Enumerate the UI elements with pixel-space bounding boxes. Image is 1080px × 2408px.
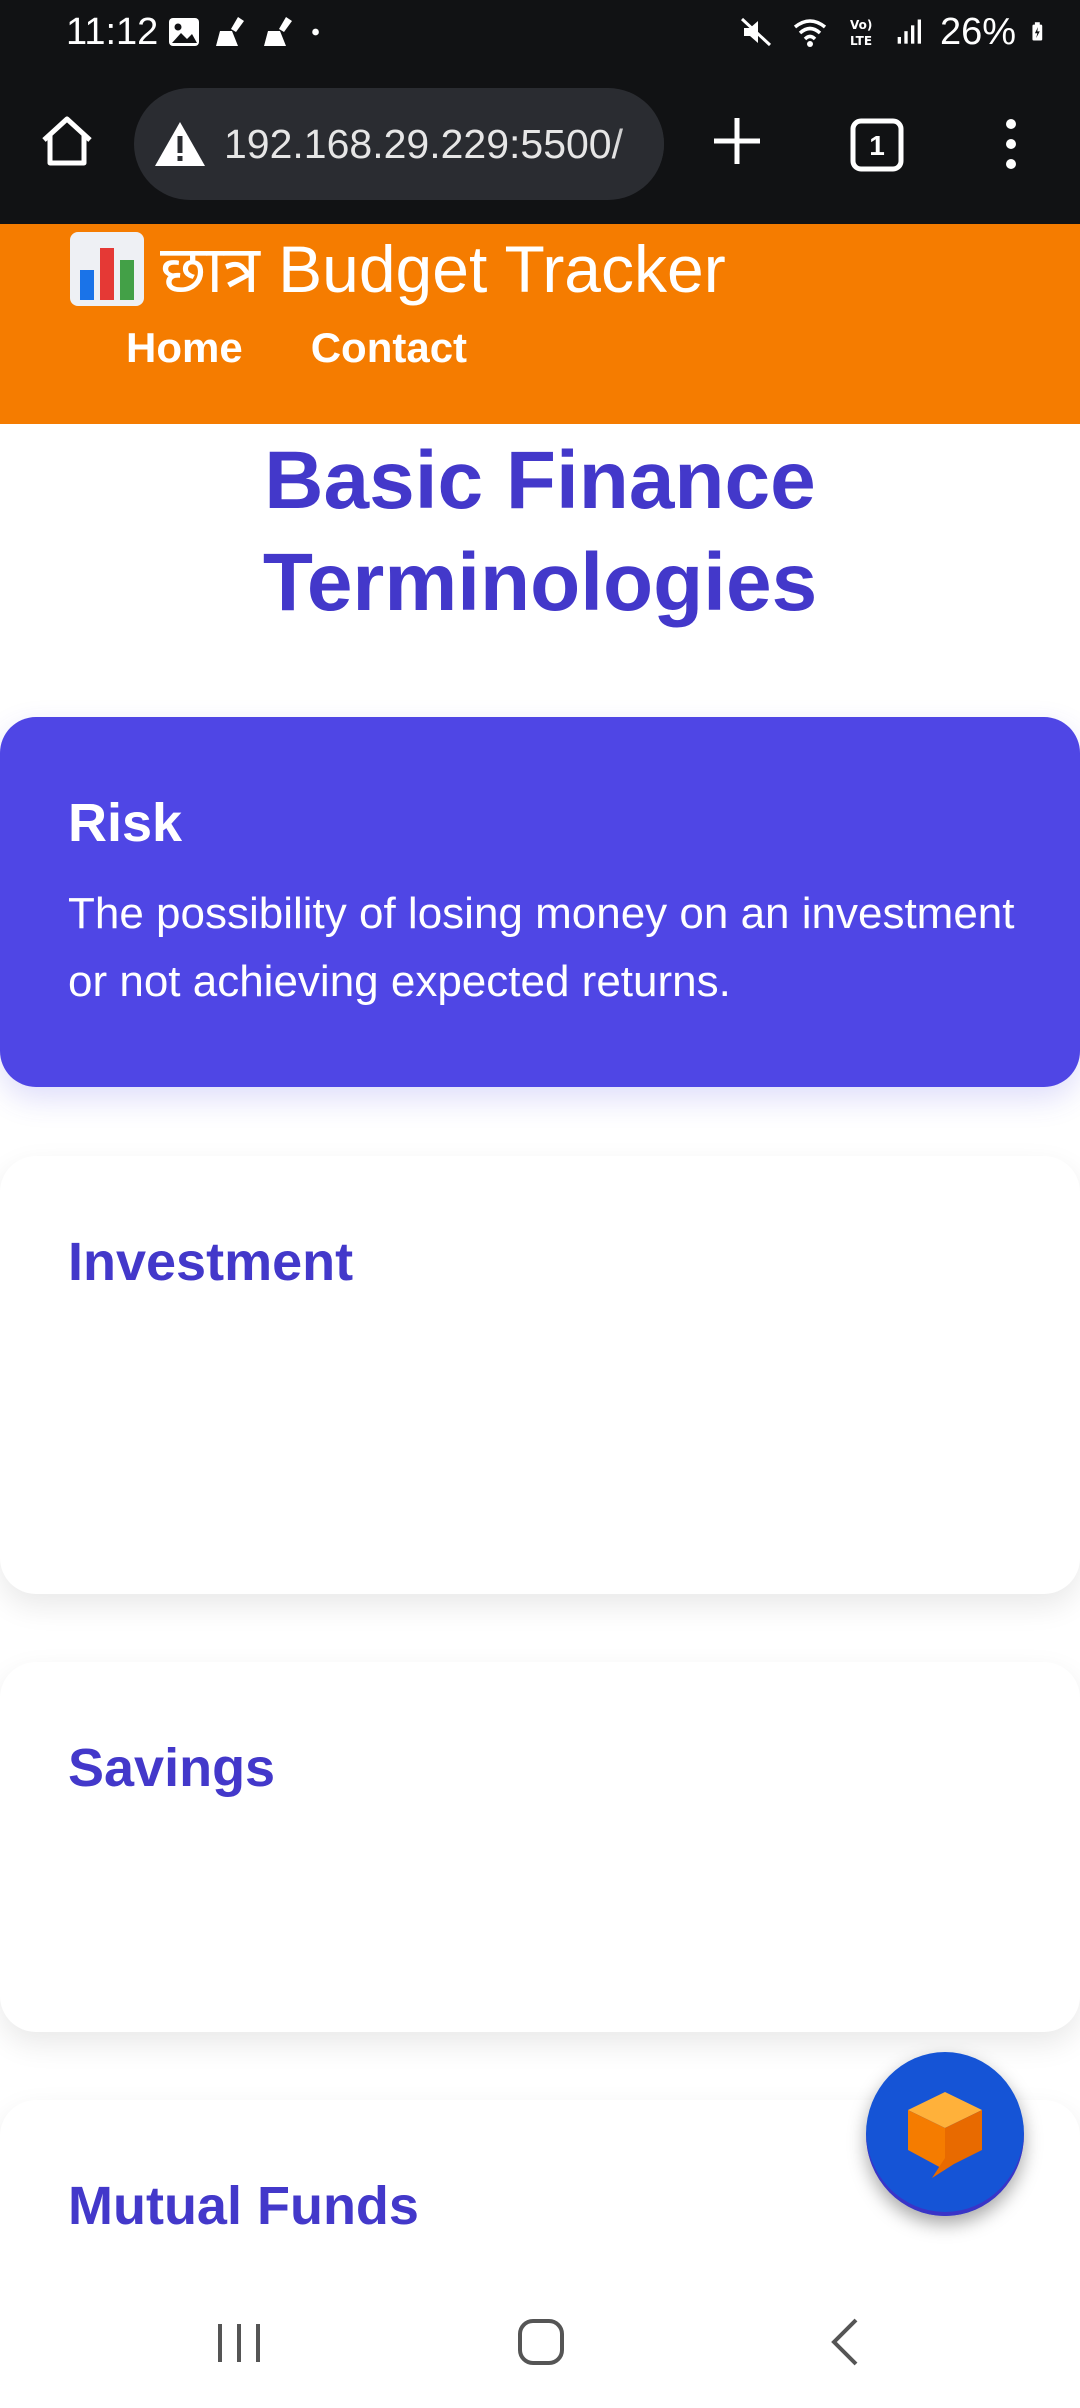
android-nav-bar (0, 2270, 1080, 2408)
recents-button[interactable] (214, 2320, 264, 2366)
main-nav: Home Contact (126, 320, 467, 376)
volte-icon: Vo) LTE (850, 18, 872, 48)
svg-text:Vo): Vo) (850, 18, 872, 32)
warning-icon[interactable] (152, 116, 208, 172)
plus-icon (714, 118, 760, 164)
term-card-mutual-funds-title: Mutual Funds (68, 2176, 419, 2236)
term-card-investment[interactable] (0, 1156, 1080, 1594)
url-fade (614, 88, 664, 200)
broom-icon (216, 17, 244, 46)
tab-count: 1 (869, 130, 885, 161)
mute-icon (740, 17, 771, 47)
status-system-icons: Vo) LTE 26% (738, 10, 1052, 54)
browser-home-button[interactable] (36, 110, 98, 172)
more-vert-icon (1006, 119, 1016, 169)
home-icon (42, 116, 92, 166)
status-time: 11:12 (66, 11, 159, 53)
status-notification-icons (166, 14, 330, 50)
chat-fab-button[interactable] (866, 2052, 1024, 2216)
term-card-risk-description: The possibility of losing money on an in… (68, 889, 1015, 1006)
page-title-line-2: Terminologies (262, 537, 818, 628)
bar-chart-icon (70, 232, 144, 306)
url-text[interactable]: 192.168.29.229:5500/ (224, 118, 623, 170)
page-title-line-1: Basic Finance (264, 435, 816, 526)
brand[interactable]: छात्र Budget Tracker (68, 228, 726, 310)
home-outline-icon (518, 2319, 564, 2365)
broom-icon (264, 17, 292, 46)
svg-text:LTE: LTE (850, 34, 872, 48)
term-card-risk-title: Risk (68, 793, 183, 853)
browser-toolbar: 192.168.29.229:5500/ 1 (0, 66, 1080, 226)
browser-menu-button[interactable] (996, 114, 1026, 174)
term-card-savings-title: Savings (68, 1738, 276, 1798)
term-card-investment-title: Investment (68, 1232, 354, 1292)
tab-switcher-button[interactable]: 1 (850, 118, 904, 172)
term-card-savings[interactable] (0, 1662, 1080, 2032)
battery-charging-icon (1032, 22, 1043, 41)
brand-title: छात्र Budget Tracker (160, 232, 726, 306)
screen: 11:12 Vo) LTE 26% 192.168.29.229:5500/ 1… (0, 0, 1080, 2408)
nav-home-link[interactable]: Home (126, 320, 243, 376)
page-title: Basic Finance Terminologies (0, 424, 1080, 634)
site-header: छात्र Budget Tracker Home Contact (0, 224, 1080, 424)
wifi-icon (793, 19, 827, 47)
battery-percentage: 26% (939, 11, 1016, 53)
address-bar[interactable]: 192.168.29.229:5500/ (134, 88, 664, 200)
nav-contact-link[interactable]: Contact (311, 320, 467, 376)
signal-icon (897, 19, 921, 44)
recents-icon (218, 2324, 260, 2362)
system-home-button[interactable] (516, 2316, 566, 2368)
back-chevron-icon (831, 2318, 858, 2366)
chat-cube-icon (908, 2092, 982, 2178)
new-tab-button[interactable] (710, 114, 764, 168)
image-icon (169, 18, 199, 46)
status-bar: 11:12 Vo) LTE 26% (0, 0, 1080, 66)
dot-icon (312, 28, 319, 36)
back-button[interactable] (826, 2316, 862, 2368)
